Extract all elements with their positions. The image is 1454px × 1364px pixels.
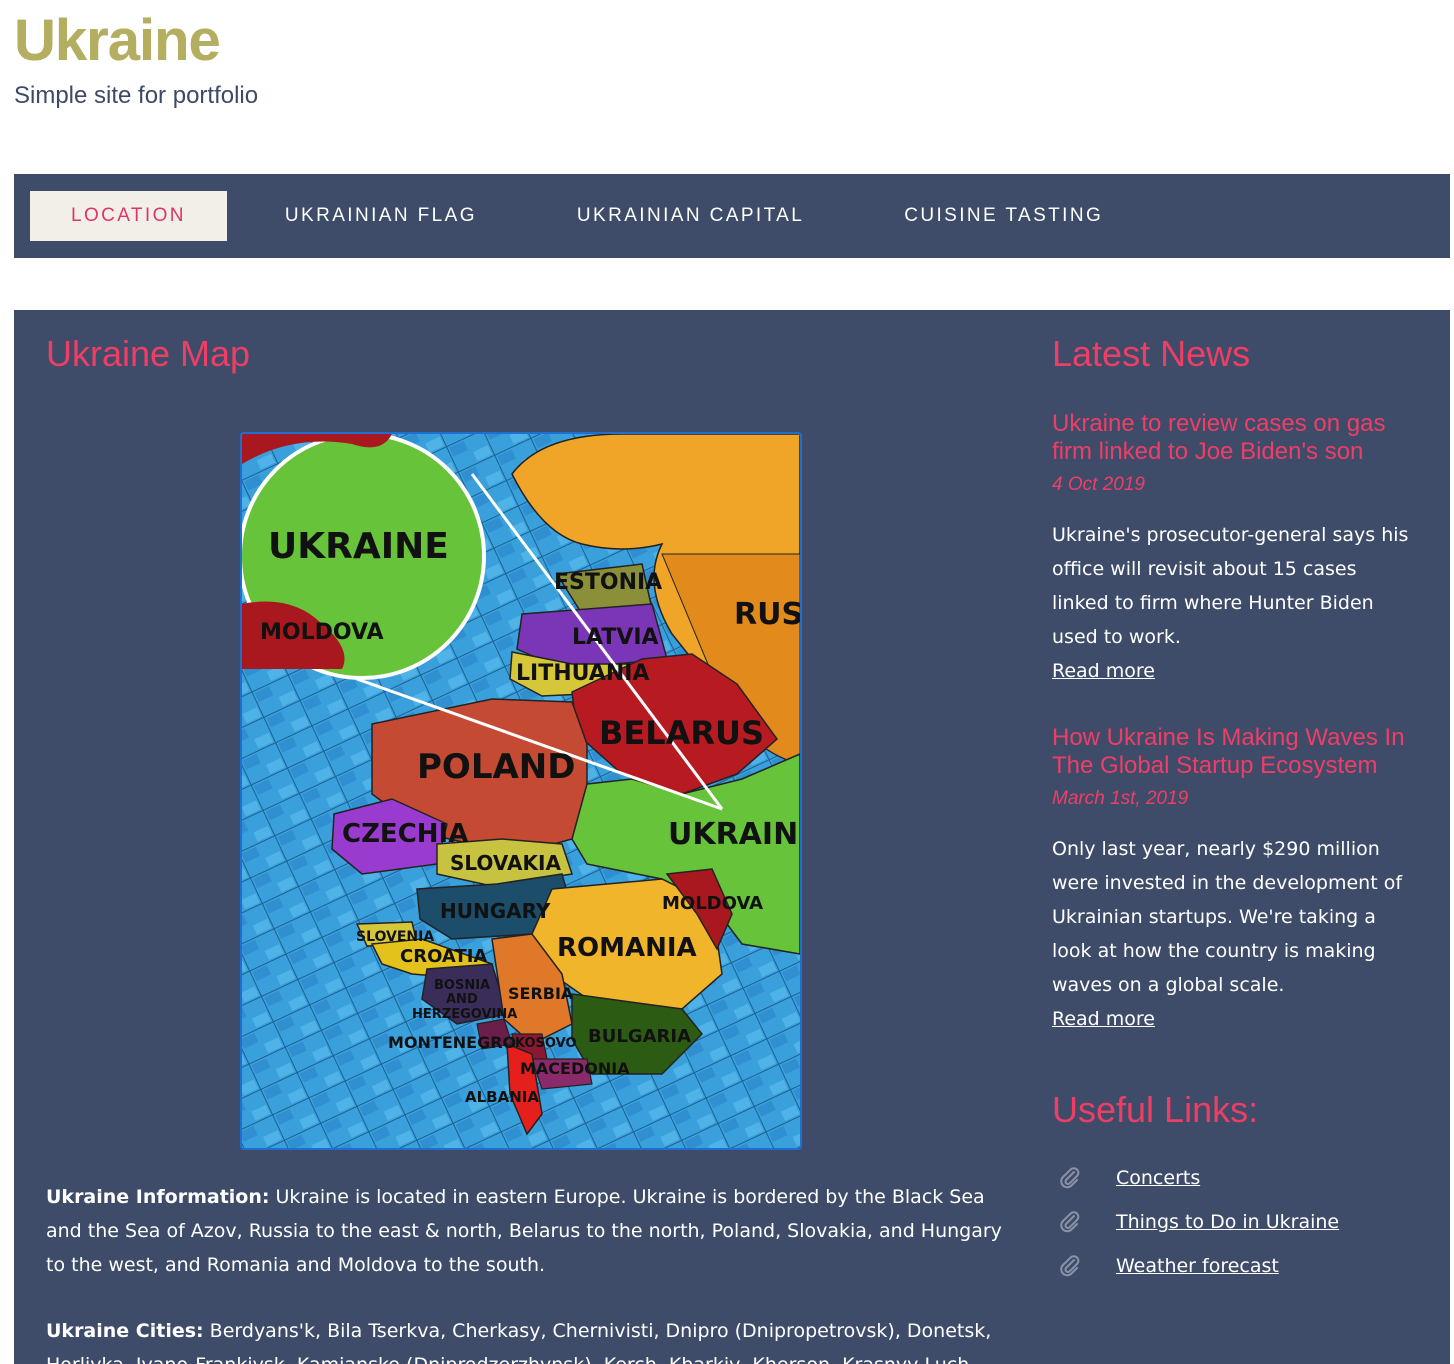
map-label: LATVIA: [572, 625, 659, 650]
useful-link-item: Concerts: [1052, 1156, 1412, 1200]
map-heading: Ukraine Map: [46, 333, 251, 374]
nav-item-ukrainian-capital[interactable]: UKRAINIAN CAPITAL: [536, 191, 845, 241]
main-column: Ukraine Map UKRAINE MOLDOVA ESTONIA RUS …: [46, 332, 1006, 1364]
info-label: Ukraine Information:: [46, 1186, 270, 1208]
map-label: HERZEGOVINA: [412, 1007, 517, 1022]
map-label: MOLDOVA: [260, 620, 384, 645]
map-label: MACEDONIA: [520, 1059, 630, 1078]
map-label: BULGARIA: [588, 1026, 691, 1047]
news-item: Ukraine to review cases on gas firm link…: [1052, 410, 1412, 688]
nav-item-ukrainian-flag[interactable]: UKRAINIAN FLAG: [244, 191, 518, 241]
map-label: SLOVENIA: [356, 929, 434, 945]
map-label: MONTENEGRO: [388, 1033, 516, 1052]
info-text: Ukraine Information: Ukraine is located …: [46, 1180, 1006, 1364]
site-subtitle: Simple site for portfolio: [14, 82, 259, 109]
map-label: BELARUS: [599, 714, 764, 752]
ukraine-map-image: UKRAINE MOLDOVA ESTONIA RUSS LATVIA LITH…: [240, 432, 802, 1150]
map-label: ROMANIA: [557, 933, 697, 963]
news-body: Only last year, nearly $290 million were…: [1052, 838, 1403, 996]
news-item: How Ukraine Is Making Waves In The Globa…: [1052, 724, 1412, 1036]
news-body: Ukraine's prosecutor-general says his of…: [1052, 524, 1409, 648]
map-label: CROATIA: [400, 946, 487, 967]
map-label: KOSOVO: [515, 1036, 577, 1051]
news-date: 4 Oct 2019: [1052, 474, 1145, 495]
news-title: How Ukraine Is Making Waves In The Globa…: [1052, 724, 1405, 779]
news-title: Ukraine to review cases on gas firm link…: [1052, 410, 1386, 465]
useful-link-item: Weather forecast: [1052, 1244, 1412, 1288]
useful-links-heading: Useful Links:: [1052, 1089, 1259, 1130]
map-label: SLOVAKIA: [450, 851, 561, 875]
map-label: UKRAINE: [268, 526, 449, 567]
map-label: MOLDOVA: [662, 893, 763, 914]
map-label: BOSNIA: [434, 978, 490, 993]
map-label: UKRAINE: [668, 817, 800, 852]
useful-links-list: Concerts Things to Do in Ukraine Weather…: [1052, 1156, 1412, 1288]
main-nav: LOCATION UKRAINIAN FLAG UKRAINIAN CAPITA…: [14, 174, 1450, 258]
map-label: AND: [446, 992, 478, 1007]
sidebar: Latest News Ukraine to review cases on g…: [1052, 332, 1412, 1288]
map-label: RUSS: [734, 597, 800, 632]
site-header: Ukraine Simple site for portfolio: [14, 6, 258, 110]
paperclip-icon: [1060, 1167, 1080, 1189]
map-label: CZECHIA: [342, 819, 468, 849]
map-label: LITHUANIA: [516, 661, 649, 686]
content-panel: Ukraine Map UKRAINE MOLDOVA ESTONIA RUS …: [14, 310, 1450, 1364]
useful-link-things-to-do[interactable]: Things to Do in Ukraine: [1116, 1211, 1339, 1233]
latest-news-heading: Latest News: [1052, 333, 1251, 374]
read-more-link[interactable]: Read more: [1052, 1002, 1155, 1036]
useful-link-concerts[interactable]: Concerts: [1116, 1167, 1200, 1189]
news-date: March 1st, 2019: [1052, 788, 1189, 809]
map-illustration: UKRAINE MOLDOVA ESTONIA RUSS LATVIA LITH…: [242, 434, 800, 1148]
map-label: HUNGARY: [440, 899, 551, 923]
read-more-link[interactable]: Read more: [1052, 654, 1155, 688]
useful-link-weather[interactable]: Weather forecast: [1116, 1255, 1279, 1277]
nav-item-cuisine-tasting[interactable]: CUISINE TASTING: [863, 191, 1144, 241]
ukraine-cities: Ukraine Cities: Berdyans'k, Bila Tserkva…: [46, 1314, 1006, 1364]
map-label: ESTONIA: [554, 570, 662, 595]
paperclip-icon: [1060, 1255, 1080, 1277]
ukraine-information: Ukraine Information: Ukraine is located …: [46, 1180, 1006, 1282]
map-label: ALBANIA: [465, 1088, 539, 1106]
site-title: Ukraine: [14, 6, 258, 76]
map-label: POLAND: [417, 747, 575, 787]
nav-item-location[interactable]: LOCATION: [30, 191, 227, 241]
cities-label: Ukraine Cities:: [46, 1320, 204, 1342]
paperclip-icon: [1060, 1211, 1080, 1233]
useful-link-item: Things to Do in Ukraine: [1052, 1200, 1412, 1244]
map-label: SERBIA: [508, 984, 574, 1003]
